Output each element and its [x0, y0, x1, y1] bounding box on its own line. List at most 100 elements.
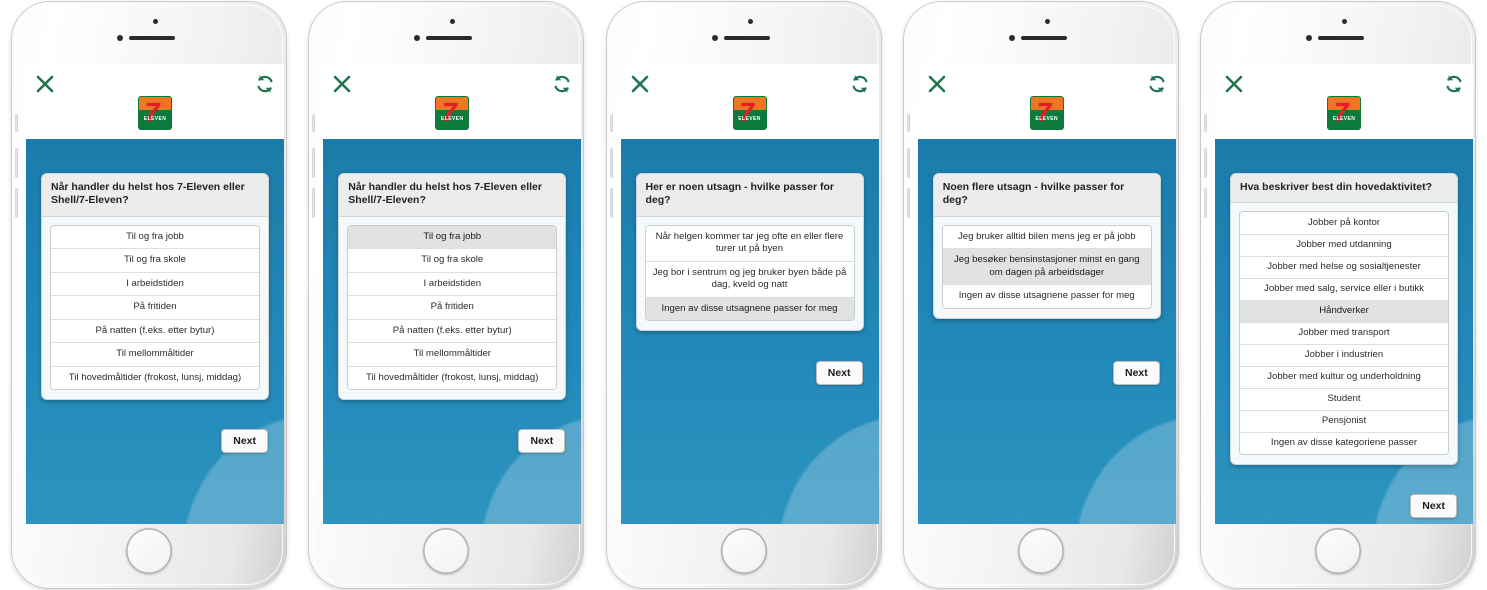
earpiece-speaker — [129, 36, 175, 40]
mute-switch[interactable] — [609, 114, 613, 132]
option-item[interactable]: På natten (f.eks. etter bytur) — [51, 319, 259, 344]
phone-mockup-4: 7 ELEVEN Noen flere utsagn - hvilke pass… — [898, 0, 1184, 590]
home-button[interactable] — [1017, 528, 1064, 574]
volume-down-button[interactable] — [609, 188, 613, 218]
home-button[interactable] — [126, 528, 172, 574]
app-bar: 7 ELEVEN — [323, 64, 582, 139]
option-item[interactable]: Til hovedmåltider (frokost, lunsj, midda… — [348, 366, 557, 390]
survey-card-body: Jeg bruker alltid bilen mens jeg er på j… — [934, 217, 1160, 318]
option-list: Til og fra jobb Til og fra skole I arbeids… — [347, 224, 558, 391]
proximity-sensor-icon — [450, 19, 456, 24]
option-item[interactable]: Til og fra skole — [348, 249, 557, 273]
phone-screen: 7 ELEVEN Når handler du helst hos 7-Elev… — [323, 64, 582, 524]
close-icon[interactable] — [629, 73, 651, 95]
volume-up-button[interactable] — [906, 148, 910, 178]
option-item[interactable]: Jobber med transport — [1240, 322, 1448, 345]
volume-down-button[interactable] — [15, 188, 18, 218]
option-item[interactable]: Student — [1240, 388, 1448, 411]
option-item[interactable]: Jeg bor i sentrum og jeg bruker byen båd… — [645, 261, 854, 298]
home-button[interactable] — [720, 528, 767, 574]
close-icon[interactable] — [926, 73, 948, 95]
logo-eleven-text: ELEVEN — [1332, 116, 1356, 122]
question-text: Noen flere utsagn - hvilke passer for de… — [933, 174, 1160, 217]
proximity-sensor-icon — [153, 19, 158, 24]
home-button[interactable] — [1315, 528, 1361, 574]
option-item[interactable]: Til og fra skole — [51, 249, 259, 273]
option-item[interactable]: På fritiden — [51, 296, 259, 320]
survey-card-body: Til og fra jobb Til og fra skole I arbeids… — [42, 217, 268, 399]
volume-up-button[interactable] — [1204, 148, 1207, 178]
option-item[interactable]: Jobber med utdanning — [1240, 234, 1448, 257]
survey-content: Her er noen utsagn - hvilke passer for d… — [620, 139, 879, 524]
refresh-icon[interactable] — [551, 73, 573, 95]
option-item[interactable]: Til og fra jobb — [51, 225, 259, 250]
refresh-icon[interactable] — [1443, 73, 1465, 95]
option-item[interactable]: I arbeidstiden — [348, 272, 557, 297]
volume-up-button[interactable] — [609, 148, 613, 178]
seven-eleven-logo-icon: 7 ELEVEN — [139, 97, 171, 129]
option-item[interactable]: Til mellommåltider — [51, 343, 259, 367]
logo-eleven-text: ELEVEN — [143, 116, 167, 122]
app-bar: 7 ELEVEN — [917, 64, 1176, 139]
option-item[interactable]: På fritiden — [348, 296, 557, 320]
option-item[interactable]: På natten (f.eks. etter bytur) — [348, 319, 557, 344]
app-bar: 7 ELEVEN — [26, 64, 284, 139]
option-item[interactable]: Ingen av disse kategoriene passer — [1240, 433, 1448, 455]
app-bar: 7 ELEVEN — [620, 64, 879, 139]
option-item[interactable]: Ingen av disse utsagnene passer for meg — [942, 285, 1151, 308]
option-item[interactable]: Jobber i industrien — [1240, 344, 1448, 367]
option-item-selected[interactable]: Ingen av disse utsagnene passer for meg — [645, 297, 854, 321]
phone-screen: 7 ELEVEN Her er noen utsagn - hvilke pas… — [620, 64, 879, 524]
mute-switch[interactable] — [15, 114, 18, 132]
option-item[interactable]: I arbeidstiden — [51, 272, 259, 297]
app-bar: 7 ELEVEN — [1215, 64, 1473, 139]
survey-content: Noen flere utsagn - hvilke passer for de… — [917, 139, 1176, 524]
proximity-sensor-icon — [1342, 19, 1347, 24]
refresh-icon[interactable] — [1146, 73, 1168, 95]
next-button[interactable]: Next — [815, 361, 863, 385]
option-item[interactable]: Når helgen kommer tar jeg ofte en eller … — [645, 225, 854, 262]
close-icon[interactable] — [1223, 73, 1245, 95]
refresh-icon[interactable] — [849, 73, 871, 95]
option-item-selected[interactable]: Jeg besøker bensinstasjoner minst en gan… — [942, 249, 1151, 286]
question-text: Hva beskriver best din hovedaktivitet? — [1231, 174, 1457, 204]
close-icon[interactable] — [331, 73, 353, 95]
seven-eleven-logo-icon: 7 ELEVEN — [436, 97, 469, 129]
volume-up-button[interactable] — [15, 148, 18, 178]
next-button[interactable]: Next — [518, 429, 566, 453]
option-item[interactable]: Jobber med helse og sosialtjenester — [1240, 256, 1448, 279]
next-button[interactable]: Next — [1112, 361, 1160, 385]
option-item[interactable]: Jobber med kultur og underholdning — [1240, 366, 1448, 389]
home-button[interactable] — [423, 528, 470, 574]
refresh-icon[interactable] — [254, 73, 276, 95]
option-item[interactable]: Jobber med salg, service eller i butikk — [1240, 278, 1448, 301]
mute-switch[interactable] — [1204, 114, 1207, 132]
survey-card: Noen flere utsagn - hvilke passer for de… — [932, 173, 1161, 319]
option-item-selected[interactable]: Håndverker — [1240, 300, 1448, 323]
earpiece-speaker — [426, 36, 473, 40]
option-item[interactable]: Jeg bruker alltid bilen mens jeg er på j… — [942, 225, 1151, 250]
phone-body: 7 ELEVEN Når handler du helst hos 7-Elev… — [309, 2, 584, 588]
option-item[interactable]: Til mellommåltider — [348, 343, 557, 367]
phone-mockup-5: 7 ELEVEN Hva beskriver best din hovedakt… — [1195, 0, 1481, 590]
question-text: Når handler du helst hos 7-Eleven eller … — [339, 174, 566, 217]
next-button[interactable]: Next — [221, 429, 268, 453]
phone-mockup-2: 7 ELEVEN Når handler du helst hos 7-Elev… — [303, 0, 589, 590]
option-item[interactable]: Jobber på kontor — [1240, 212, 1448, 235]
volume-down-button[interactable] — [312, 188, 316, 218]
volume-down-button[interactable] — [906, 188, 910, 218]
option-item[interactable]: Pensjonist — [1240, 411, 1448, 434]
close-icon[interactable] — [34, 73, 56, 95]
logo-eleven-text: ELEVEN — [738, 116, 761, 122]
mute-switch[interactable] — [312, 114, 316, 132]
option-item-selected[interactable]: Til og fra jobb — [348, 225, 557, 250]
front-camera-icon — [117, 35, 123, 41]
volume-up-button[interactable] — [312, 148, 316, 178]
front-camera-icon — [711, 35, 718, 41]
next-button[interactable]: Next — [1410, 494, 1457, 518]
volume-down-button[interactable] — [1204, 188, 1207, 218]
option-item[interactable]: Til hovedmåltider (frokost, lunsj, midda… — [51, 366, 259, 390]
phone-body: 7 ELEVEN Her er noen utsagn - hvilke pas… — [606, 2, 881, 588]
survey-card-body: Til og fra jobb Til og fra skole I arbeids… — [339, 217, 565, 399]
mute-switch[interactable] — [906, 114, 910, 132]
